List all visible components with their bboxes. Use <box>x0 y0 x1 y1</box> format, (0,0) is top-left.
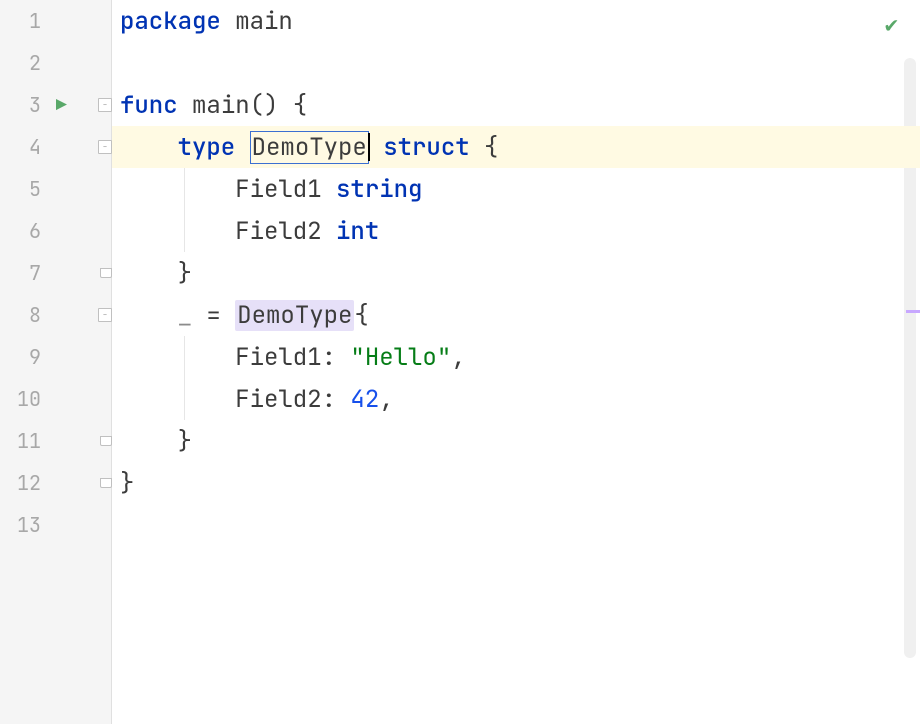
gutter: 1 2 3 ▶ 4 5 6 7 8 9 10 11 12 13 <box>0 0 112 724</box>
line-number: 9 <box>7 344 41 370</box>
field-name: Field2 <box>235 216 321 247</box>
line-number: 11 <box>7 428 41 454</box>
line-number: 1 <box>7 8 41 34</box>
fold-end-icon[interactable] <box>100 268 112 278</box>
eq: = <box>192 300 235 331</box>
fold-toggle-icon[interactable] <box>98 98 112 112</box>
number-literal: 42 <box>350 384 379 415</box>
fold-toggle-icon[interactable] <box>98 140 112 154</box>
parens: () <box>250 90 279 121</box>
string-literal: "Hello" <box>350 342 451 373</box>
code-text-area[interactable]: ✔ package main func main() { type DemoTy… <box>112 0 920 724</box>
line-number: 4 <box>7 134 41 160</box>
field-name: Field1 <box>235 174 321 205</box>
code-editor[interactable]: 1 2 3 ▶ 4 5 6 7 8 9 10 11 12 13 <box>0 0 920 724</box>
fold-end-icon[interactable] <box>100 436 112 446</box>
code-line[interactable] <box>112 504 920 546</box>
brace: } <box>178 258 192 289</box>
type-usage[interactable]: DemoType <box>235 300 354 331</box>
fold-end-icon[interactable] <box>100 478 112 488</box>
code-line[interactable]: func main() { <box>112 84 920 126</box>
code-line[interactable]: Field1 string <box>112 168 920 210</box>
code-line[interactable]: _ = DemoType{ <box>112 294 920 336</box>
run-gutter-icon[interactable]: ▶ <box>56 94 67 117</box>
line-number: 8 <box>7 302 41 328</box>
indent-guide <box>184 168 185 210</box>
code-line[interactable] <box>112 42 920 84</box>
brace: { <box>354 300 368 331</box>
line-number: 7 <box>7 260 41 286</box>
package-name: main <box>235 6 293 37</box>
brace: } <box>178 426 192 457</box>
code-line-current[interactable]: type DemoType struct { <box>112 126 920 168</box>
comma: , <box>451 342 465 373</box>
brace: { <box>484 132 498 163</box>
field-label: Field1: <box>235 342 336 373</box>
type: int <box>336 216 379 247</box>
type-name-selected[interactable]: DemoType <box>250 131 369 164</box>
line-number: 13 <box>7 512 41 538</box>
keyword: struct <box>383 132 469 163</box>
code-line[interactable]: } <box>112 462 920 504</box>
code-line[interactable]: Field2: 42, <box>112 378 920 420</box>
keyword: type <box>178 132 236 163</box>
code-line[interactable]: Field1: "Hello", <box>112 336 920 378</box>
code-line[interactable]: Field2 int <box>112 210 920 252</box>
line-number: 2 <box>7 50 41 76</box>
field-label: Field2: <box>235 384 336 415</box>
indent-guide <box>184 210 185 252</box>
keyword: package <box>120 6 221 37</box>
brace: { <box>293 90 307 121</box>
code-line[interactable]: } <box>112 420 920 462</box>
brace: } <box>120 468 134 499</box>
code-line[interactable]: package main <box>112 0 920 42</box>
line-number: 10 <box>7 386 41 412</box>
comma: , <box>379 384 393 415</box>
line-number: 6 <box>7 218 41 244</box>
indent-guide <box>184 336 185 378</box>
line-number: 5 <box>7 176 41 202</box>
keyword: func <box>120 90 178 121</box>
blank-ident: _ <box>178 300 192 331</box>
line-number: 12 <box>7 470 41 496</box>
fold-toggle-icon[interactable] <box>98 308 112 322</box>
indent-guide <box>184 378 185 420</box>
func-name: main <box>192 90 250 121</box>
code-line[interactable]: } <box>112 252 920 294</box>
type: string <box>336 174 422 205</box>
line-number: 3 <box>7 92 41 118</box>
